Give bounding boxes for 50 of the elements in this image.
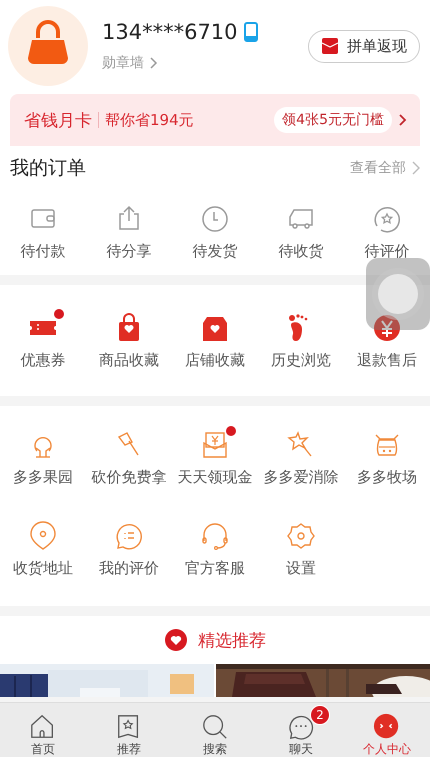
tool-link[interactable]: 天天领现金 — [178, 468, 252, 487]
chevron-icon — [398, 113, 408, 127]
service-link[interactable]: 商品收藏 — [99, 351, 159, 370]
headset-icon — [200, 521, 230, 551]
tab-bar-item[interactable]: 个人中心 — [344, 703, 430, 757]
tab-bar-item[interactable]: 首页 — [0, 703, 86, 757]
tab-bar-item[interactable]: 搜索 — [172, 703, 258, 757]
month-card-title: 省钱月卡 — [24, 110, 92, 132]
tool-link[interactable]: 多多牧场 — [357, 468, 417, 487]
phone-number: 134****6710 — [102, 20, 238, 44]
tool-link[interactable]: 设置 — [286, 559, 316, 578]
service-link[interactable]: 历史浏览 — [271, 351, 331, 370]
phone-icon — [244, 22, 258, 42]
location-pin-icon — [28, 521, 58, 551]
chat-icon — [287, 713, 315, 741]
face-icon — [373, 713, 401, 741]
tool-link[interactable]: 砍价免费拿 — [92, 468, 166, 487]
group-cashback-button[interactable]: 拼单返现 — [308, 30, 420, 62]
star-bubble-icon — [372, 204, 402, 234]
savings-text: 帮你省194元 — [105, 110, 195, 130]
tool-link[interactable]: 收货地址 — [13, 559, 73, 578]
order-status-link[interactable]: 待发货 — [192, 242, 238, 261]
yen-coin-icon — [372, 313, 402, 343]
order-status-link[interactable]: 待收货 — [278, 242, 324, 261]
unread-badge: 2 — [310, 705, 330, 725]
tab-bar-item[interactable]: 聊天 2 — [258, 703, 344, 757]
search-icon — [201, 713, 229, 741]
service-link[interactable]: 店铺收藏 — [185, 351, 245, 370]
month-card-banner[interactable]: 省钱月卡 帮你省194元 领4张5元无门槛 — [10, 94, 420, 146]
section-title: 我的订单 — [10, 156, 86, 181]
service-link[interactable]: 优惠券 — [20, 351, 66, 370]
chevron-icon — [412, 161, 420, 175]
recommend-title: 精选推荐 — [198, 630, 266, 652]
order-status-link[interactable]: 待分享 — [106, 242, 152, 261]
tab-bar-item[interactable]: 推荐 — [86, 703, 172, 757]
tool-link[interactable]: 官方客服 — [185, 559, 245, 578]
service-link[interactable]: 退款售后 — [357, 351, 417, 370]
tool-link[interactable]: 我的评价 — [99, 559, 159, 578]
clock-icon — [200, 204, 230, 234]
coupon-offer-button[interactable]: 领4张5元无门槛 — [274, 107, 392, 133]
assistive-touch-button[interactable] — [366, 258, 430, 330]
chevron-icon — [150, 57, 158, 69]
settings-icon — [286, 521, 316, 551]
order-status-link[interactable]: 待付款 — [20, 242, 66, 261]
order-status-link[interactable]: 待评价 — [364, 242, 410, 261]
avatar[interactable] — [8, 6, 88, 86]
chat-bubble-icon — [114, 521, 144, 551]
tool-link[interactable]: 多多果园 — [13, 468, 73, 487]
tool-link[interactable]: 多多爱消除 — [264, 468, 338, 487]
envelope-icon — [321, 37, 339, 55]
